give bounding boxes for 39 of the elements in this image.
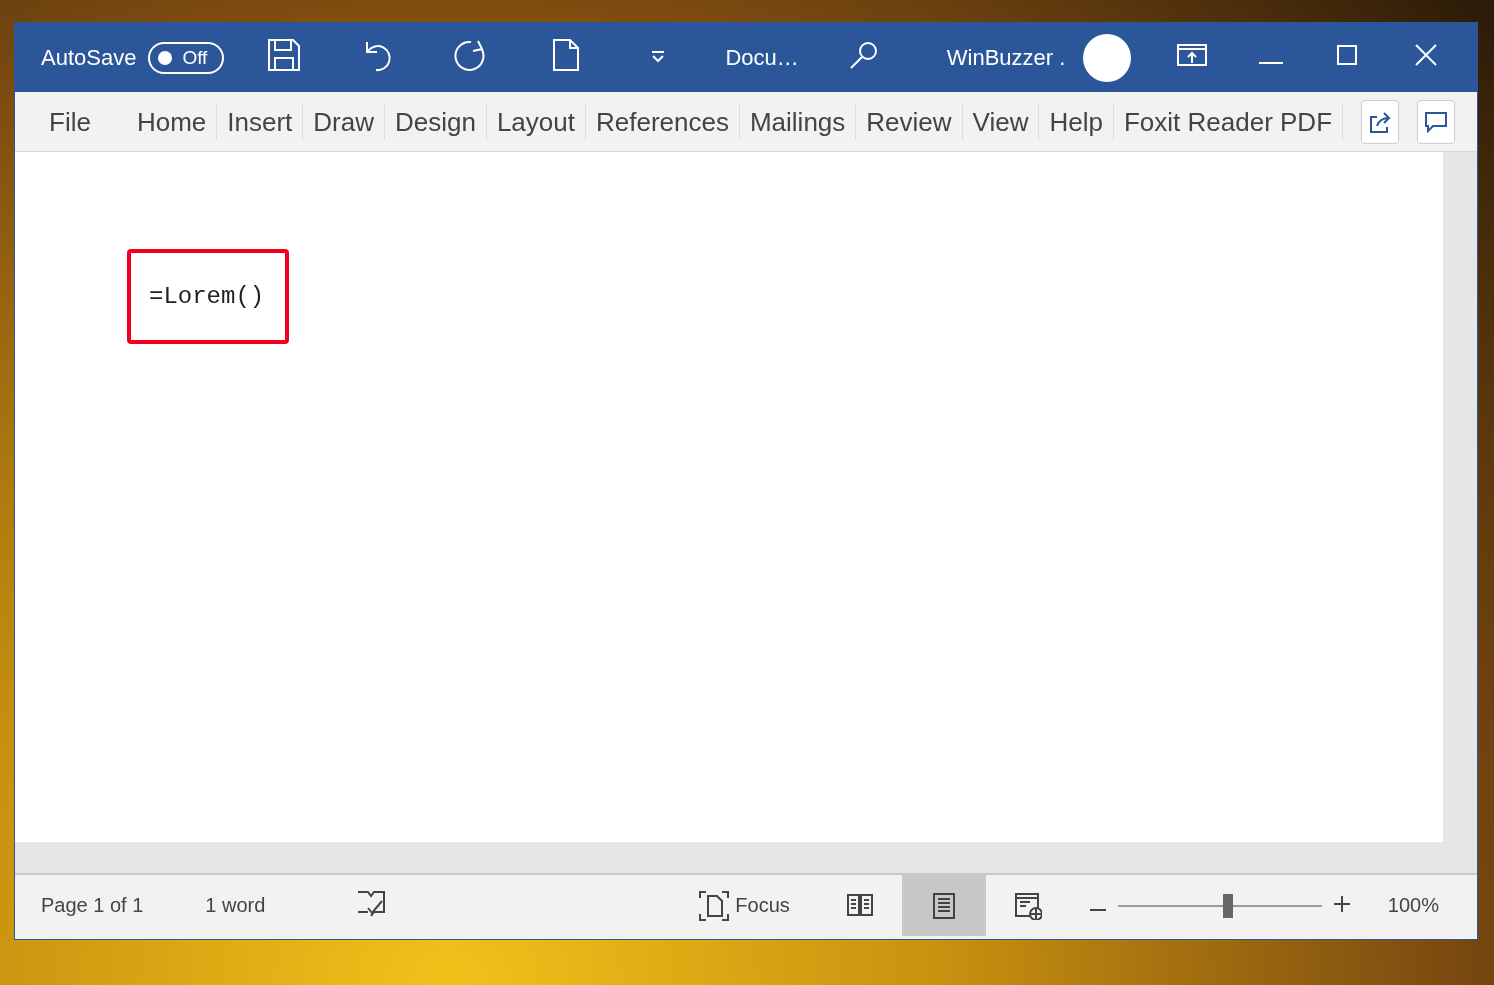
ribbon-tab[interactable]: Help: [1039, 103, 1114, 140]
ribbon-tab[interactable]: Review: [856, 103, 963, 140]
close-icon[interactable]: [1415, 43, 1438, 66]
ribbon-tab[interactable]: Layout: [486, 103, 586, 140]
autosave-label: AutoSave: [41, 44, 137, 71]
document-title: Docu…: [725, 44, 799, 71]
new-document-icon[interactable]: [552, 37, 581, 72]
zoom-level[interactable]: 100%: [1387, 894, 1439, 917]
user-name[interactable]: WinBuzzer .: [946, 44, 1066, 71]
focus-icon: [699, 890, 730, 921]
word-count[interactable]: 1 word: [205, 894, 266, 917]
ribbon-tab[interactable]: Design: [384, 103, 487, 140]
speech-bubble-icon: [1425, 110, 1448, 133]
share-icon: [1369, 110, 1392, 133]
ribbon-tab[interactable]: Foxit Reader PDF: [1113, 103, 1344, 140]
share-button[interactable]: [1361, 99, 1400, 144]
customize-caret-icon[interactable]: [650, 48, 667, 65]
page-count[interactable]: Page 1 of 1: [41, 894, 144, 917]
search-icon[interactable]: [848, 39, 879, 70]
comments-button[interactable]: [1417, 99, 1456, 144]
web-layout-icon: [1013, 891, 1042, 920]
ribbon-tab[interactable]: Insert: [217, 103, 304, 140]
zoom-out-icon[interactable]: [1089, 908, 1106, 912]
ribbon-tab[interactable]: Mailings: [739, 103, 857, 140]
maximize-icon[interactable]: [1337, 44, 1358, 65]
ribbon-display-icon[interactable]: [1177, 43, 1208, 66]
ribbon-tab[interactable]: Draw: [303, 103, 385, 140]
ribbon-tab[interactable]: References: [586, 103, 740, 140]
view-button[interactable]: [901, 875, 986, 936]
focus-button[interactable]: Focus: [699, 890, 790, 921]
save-icon[interactable]: [267, 37, 302, 72]
ribbon-tab[interactable]: Home: [126, 103, 218, 140]
highlighted-text: =Lorem(): [127, 249, 289, 344]
ribbon-tab[interactable]: File: [15, 103, 127, 140]
minimize-icon[interactable]: [1259, 60, 1284, 65]
zoom-in-icon[interactable]: [1333, 896, 1350, 912]
ribbon-tab[interactable]: View: [962, 103, 1040, 140]
autosave-toggle[interactable]: Off: [148, 41, 225, 74]
zoom-thumb[interactable]: [1222, 893, 1233, 918]
